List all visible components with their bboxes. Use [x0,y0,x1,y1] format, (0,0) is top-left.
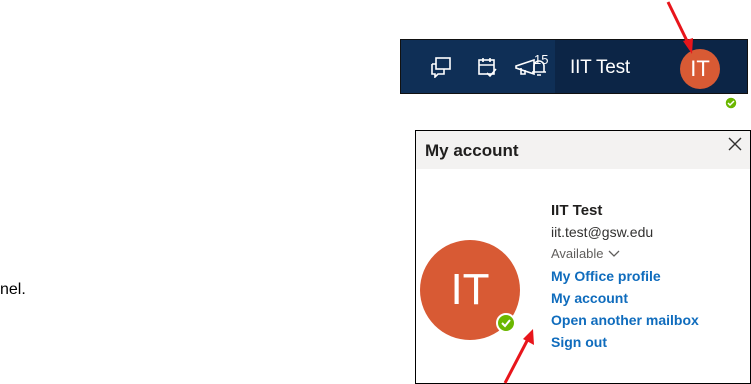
availability-label: Available [551,246,604,261]
sign-out-link[interactable]: Sign out [551,331,746,353]
body-text-fragment: nel. [0,281,26,298]
user-name[interactable]: IIT Test [570,57,630,79]
account-info: IIT Test iit.test@gsw.edu Available My O… [551,200,746,353]
my-account-link[interactable]: My account [551,287,746,309]
account-name: IIT Test [551,202,603,219]
status-available-icon [725,97,737,109]
close-button[interactable] [726,135,744,153]
close-icon [728,137,742,151]
panel-title: My account [425,141,519,160]
panel-header: My account [416,131,750,169]
avatar[interactable]: IT [680,49,720,89]
my-office-profile-link[interactable]: My Office profile [551,265,746,287]
chat-icon[interactable] [421,40,461,93]
status-available-icon [496,313,516,333]
availability-dropdown[interactable]: Available [551,243,746,265]
chevron-down-icon [608,250,619,257]
whats-new-count: 15 [534,52,549,67]
account-email: iit.test@gsw.edu [551,224,654,240]
open-another-mailbox-link[interactable]: Open another mailbox [551,309,746,331]
todo-icon[interactable] [467,40,507,93]
